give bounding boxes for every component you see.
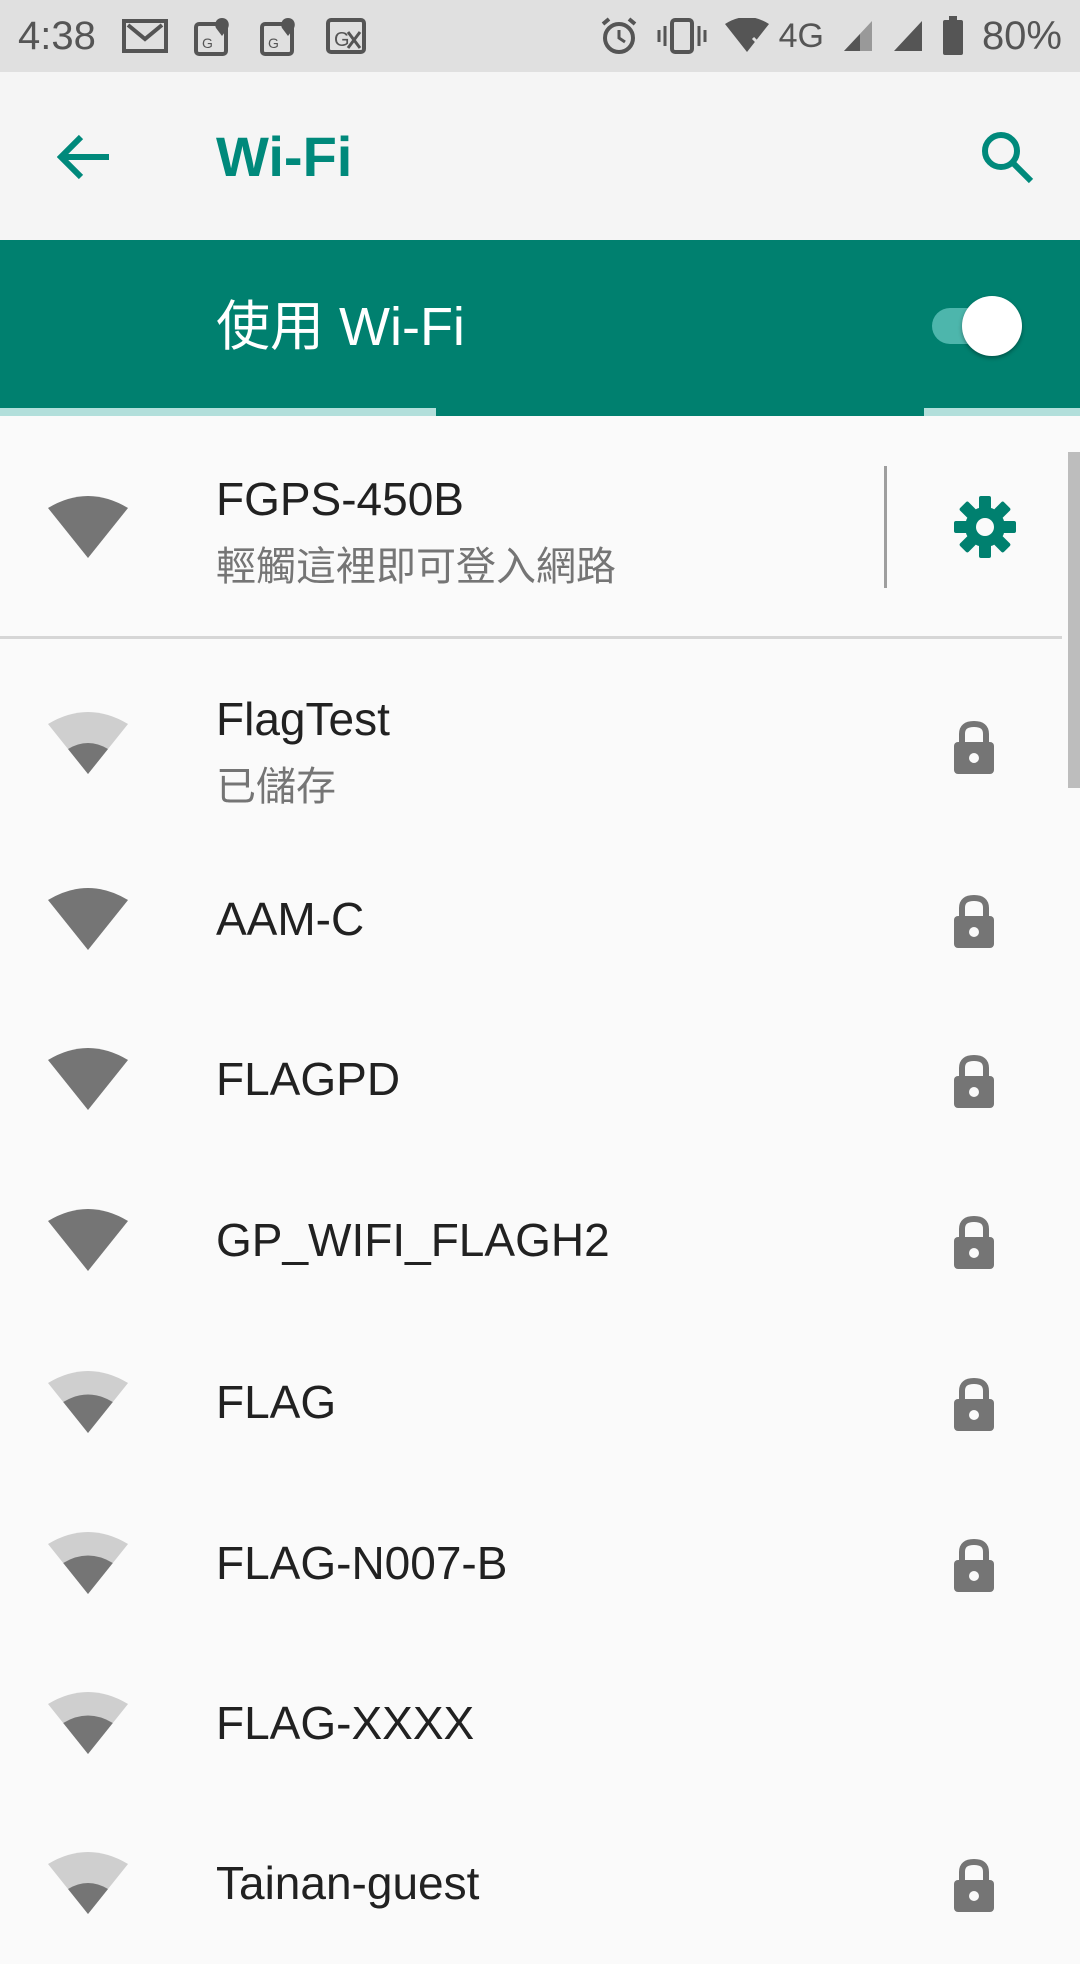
scan-progress-indicator [436,408,924,416]
network-settings-button[interactable] [950,492,1020,562]
network-name: FlagTest [216,693,390,745]
battery-icon [942,16,964,56]
wifi-signal-icon [48,712,128,774]
network-status: 輕觸這裡即可登入網路 [216,545,616,589]
alarm-icon [599,16,639,56]
status-bar: 4:38 G G G 4G 80% [0,0,1080,72]
lock-icon [954,1054,994,1108]
network-name: FLAG-XXXX [216,1697,475,1749]
wifi-signal-icon [48,1532,128,1594]
network-name: GP_WIFI_FLAGH2 [216,1214,610,1266]
network-row[interactable]: FlagTest 已儲存 [0,640,1062,840]
svg-text:G: G [202,35,213,51]
arrow-back-icon [57,134,109,180]
translate-icon: G [325,16,368,56]
search-button[interactable] [972,122,1042,192]
network-status: 已儲存 [216,765,336,809]
network-name: FGPS-450B [216,473,464,525]
scrollbar[interactable] [1068,452,1080,788]
wifi-master-bar[interactable]: 使用 Wi-Fi [0,240,1080,416]
lock-icon [954,1377,994,1431]
network-name: FLAG-N007-B [216,1537,508,1589]
network-row[interactable]: GP_WIFI_FLAGH2 [0,1160,1062,1322]
search-icon [982,132,1034,184]
network-row[interactable]: FLAGPD [0,1000,1062,1160]
status-time: 4:38 [18,13,96,58]
wifi-master-label: 使用 Wi-Fi [216,297,465,357]
gear-icon [954,496,1016,558]
lock-icon [954,894,994,948]
wifi-signal-icon [48,1371,128,1433]
wifi-signal-icon [48,1048,128,1110]
lock-icon [954,1858,994,1912]
lock-icon [954,720,994,774]
back-button[interactable] [50,122,120,192]
network-name: FLAGPD [216,1053,401,1105]
network-row[interactable]: FLAG-XXXX [0,1644,1062,1804]
maps-icon: G [193,16,234,56]
network-name: FLAG [216,1376,337,1428]
wifi-signal-icon [48,888,128,950]
vibrate-icon [657,16,707,56]
page-title: Wi-Fi [216,125,353,188]
wifi-signal-icon [48,1209,128,1271]
svg-text:G: G [268,35,279,51]
wifi-icon [724,18,769,54]
signal-icon [892,19,924,53]
row-divider [884,466,887,588]
app-bar: Wi-Fi [0,72,1080,240]
network-row[interactable]: AAM-C [0,840,1062,1000]
network-type-label: 4G [778,16,824,55]
lock-icon [954,1215,994,1269]
lock-icon [954,1538,994,1592]
maps-icon: G [259,16,300,56]
network-name: Tainan-guest [216,1857,480,1909]
svg-text:G: G [334,29,350,51]
wifi-toggle-thumb [962,296,1022,356]
section-divider [0,636,1062,639]
signal-icon [842,19,874,53]
wifi-signal-icon [48,1692,128,1754]
network-row[interactable]: FLAG [0,1322,1062,1484]
connected-network-row[interactable]: FGPS-450B 輕觸這裡即可登入網路 [0,420,1062,636]
battery-percent: 80% [981,13,1062,58]
network-name: AAM-C [216,893,365,945]
network-row[interactable]: FLAG-N007-B [0,1484,1062,1644]
network-row[interactable]: Tainan-guest [0,1804,1062,1964]
wifi-toggle[interactable] [922,288,1026,358]
wifi-signal-icon [48,496,128,558]
gmail-icon [121,17,168,55]
wifi-signal-icon [48,1852,128,1914]
